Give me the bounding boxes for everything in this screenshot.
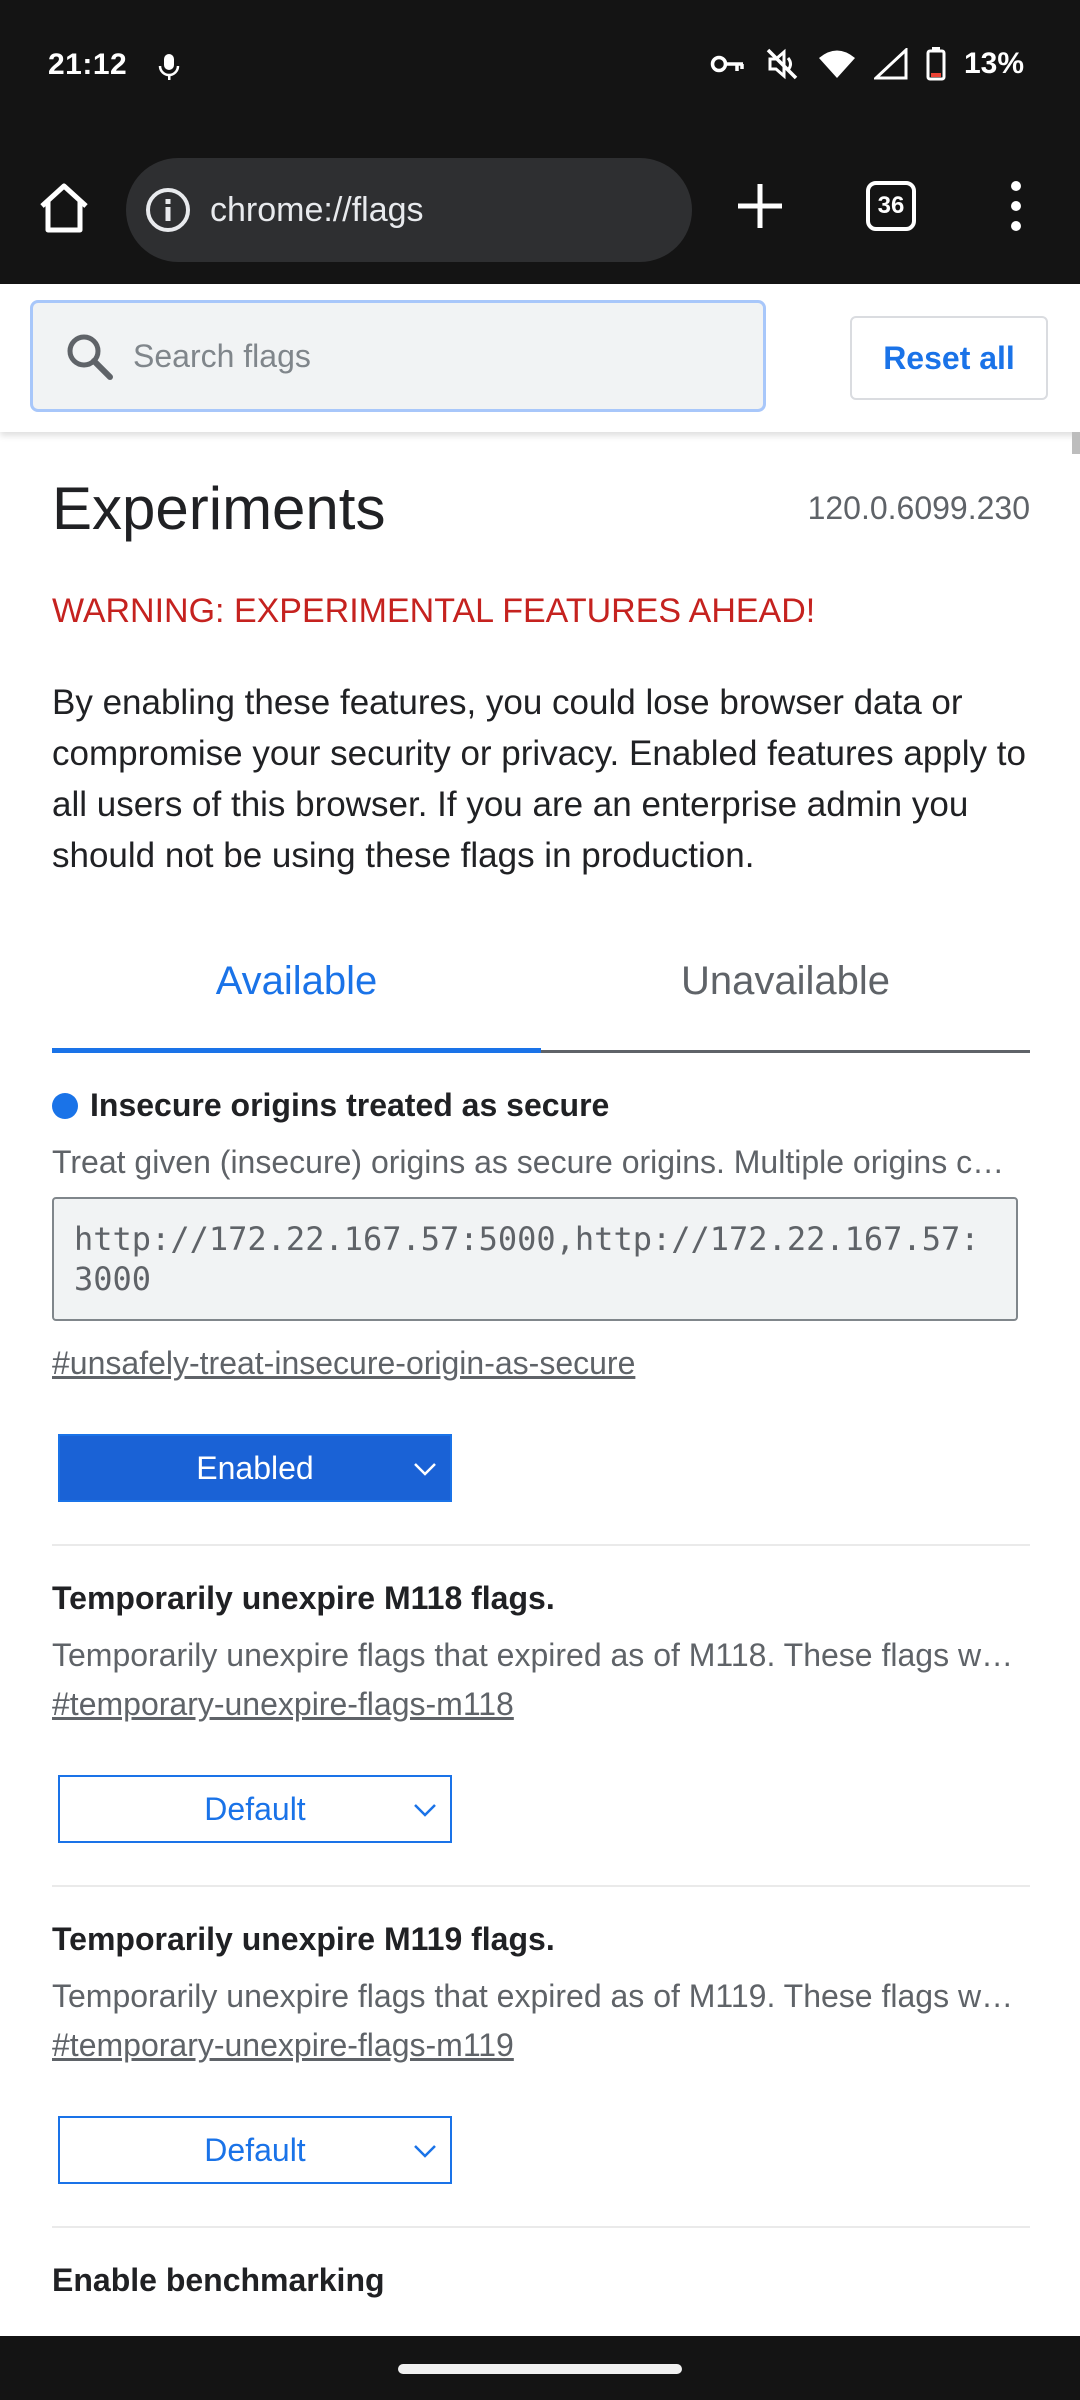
home-gesture-handle[interactable] [398, 2364, 682, 2374]
chevron-down-icon [414, 1804, 436, 1817]
status-icons: 13% [710, 46, 1024, 82]
tab-bar: Available Unavailable [52, 937, 1030, 1053]
chevron-down-icon [414, 2145, 436, 2158]
mute-icon [766, 48, 798, 80]
flag-link[interactable]: #temporary-unexpire-flags-m118 [52, 1686, 514, 1723]
flag-item: Temporarily unexpire M119 flags. Tempora… [52, 1887, 1030, 2228]
flag-link[interactable]: #temporary-unexpire-flags-m119 [52, 2027, 514, 2064]
flag-description: Temporarily unexpire flags that expired … [52, 1637, 1018, 1673]
flag-title: Enable benchmarking [52, 2262, 385, 2298]
flag-title: Temporarily unexpire M119 flags. [52, 1921, 555, 1957]
search-input[interactable] [133, 337, 713, 375]
search-box[interactable] [30, 300, 766, 412]
reset-all-button[interactable]: Reset all [850, 316, 1048, 400]
flag-title: Insecure origins treated as secure [52, 1087, 1030, 1124]
status-bar: 21:12 13% [0, 0, 1080, 136]
flag-state-select[interactable]: Enabled [58, 1434, 452, 1502]
modified-dot-icon [52, 1092, 78, 1119]
browser-toolbar: chrome://flags 36 [0, 136, 1080, 284]
page-title: Experiments [52, 475, 386, 542]
signal-icon [873, 48, 908, 80]
flag-state-select[interactable]: Default [58, 2116, 452, 2184]
flag-state-value: Enabled [196, 1449, 314, 1486]
system-nav-bar [0, 2336, 1080, 2400]
wifi-icon [818, 50, 855, 78]
tab-available[interactable]: Available [52, 937, 541, 1053]
origin-list-textarea[interactable]: http://172.22.167.57:5000,http://172.22.… [52, 1197, 1018, 1321]
flag-state-value: Default [204, 1790, 306, 1827]
more-vert-icon[interactable] [1000, 176, 1032, 236]
mic-icon [158, 54, 180, 80]
url-text[interactable]: chrome://flags [210, 191, 424, 230]
chevron-down-icon [414, 1463, 436, 1476]
flag-item: Temporarily unexpire M118 flags. Tempora… [52, 1546, 1030, 1887]
vpn-key-icon [710, 55, 744, 73]
info-icon[interactable] [144, 186, 192, 234]
flag-title-text: Insecure origins treated as secure [90, 1087, 610, 1123]
flag-link[interactable]: #unsafely-treat-insecure-origin-as-secur… [52, 1345, 635, 1382]
tab-count: 36 [877, 192, 905, 219]
address-bar[interactable]: chrome://flags [126, 158, 692, 262]
flag-state-value: Default [204, 2131, 306, 2168]
title-row: Experiments 120.0.6099.230 [52, 432, 1030, 592]
home-icon[interactable] [34, 178, 94, 238]
main-content: Experiments 120.0.6099.230 WARNING: EXPE… [52, 432, 1030, 2341]
plus-icon[interactable] [730, 176, 790, 236]
scrollbar-thumb[interactable] [1072, 432, 1080, 454]
search-header: Reset all [0, 284, 1080, 432]
flag-item: Enable benchmarking [52, 2228, 1030, 2341]
battery-percent: 13% [963, 47, 1024, 80]
intro-text: By enabling these features, you could lo… [52, 683, 1026, 875]
flag-description: Temporarily unexpire flags that expired … [52, 1978, 1018, 2014]
version-label: 120.0.6099.230 [807, 490, 1030, 526]
status-time: 21:12 [48, 48, 128, 81]
warning-text: WARNING: EXPERIMENTAL FEATURES AHEAD! [52, 592, 816, 630]
flag-state-select[interactable]: Default [58, 1775, 452, 1843]
search-icon [67, 334, 113, 380]
flag-description: Treat given (insecure) origins as secure… [52, 1144, 1018, 1180]
flag-item: Insecure origins treated as secure Treat… [52, 1053, 1030, 1546]
tab-switcher-button[interactable]: 36 [866, 181, 916, 231]
flag-title: Temporarily unexpire M118 flags. [52, 1580, 555, 1616]
tab-unavailable[interactable]: Unavailable [541, 937, 1030, 1050]
battery-icon [926, 47, 946, 81]
